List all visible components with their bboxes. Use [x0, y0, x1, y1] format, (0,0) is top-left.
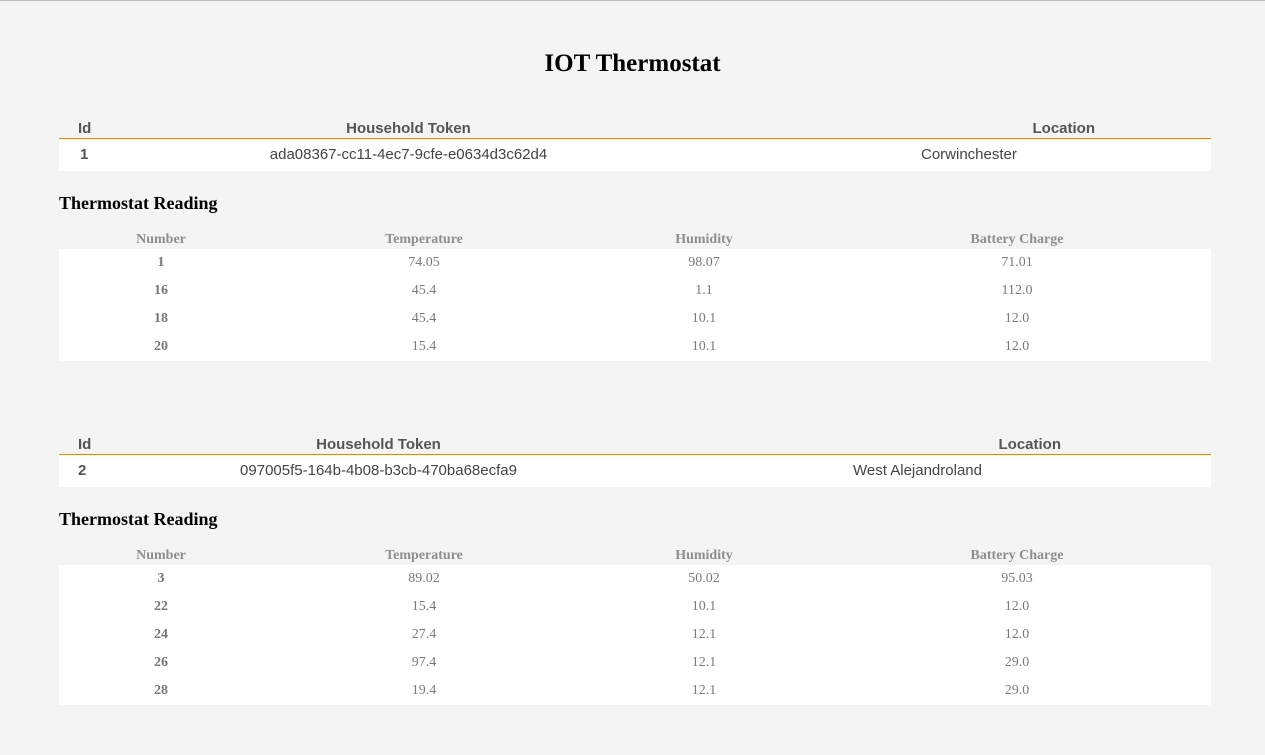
reading-humidity: 10.1 [585, 333, 823, 361]
reading-humidity-header: Humidity [675, 232, 733, 247]
reading-humidity: 1.1 [585, 277, 823, 305]
household-id: 2 [59, 454, 111, 487]
reading-battery: 29.0 [823, 677, 1211, 705]
household-table: Id Household Token Location 1 ada08367-c… [59, 117, 1211, 171]
reading-row: 28 19.4 12.1 29.0 [59, 677, 1211, 705]
reading-temperature: 74.05 [263, 249, 585, 277]
reading-temperature-header: Temperature [385, 232, 463, 247]
reading-number: 26 [59, 649, 263, 677]
reading-battery: 29.0 [823, 649, 1211, 677]
reading-humidity: 10.1 [585, 593, 823, 621]
reading-humidity: 12.1 [585, 677, 823, 705]
household-section-1: Id Household Token Location 1 ada08367-c… [59, 117, 1211, 361]
reading-humidity-header: Humidity [675, 548, 733, 563]
reading-humidity: 12.1 [585, 649, 823, 677]
household-id-header: Id [59, 433, 111, 455]
reading-row: 18 45.4 10.1 12.0 [59, 305, 1211, 333]
household-location: Corwinchester [921, 138, 1211, 171]
reading-battery: 12.0 [823, 621, 1211, 649]
reading-row: 22 15.4 10.1 12.0 [59, 593, 1211, 621]
reading-row: 26 97.4 12.1 29.0 [59, 649, 1211, 677]
household-location-header: Location [851, 433, 1211, 455]
reading-header-row: Number Temperature Humidity Battery Char… [59, 231, 1211, 249]
reading-row: 24 27.4 12.1 12.0 [59, 621, 1211, 649]
household-header-row: Id Household Token Location [59, 117, 1211, 139]
page-title: IOT Thermostat [544, 50, 721, 77]
household-row: 2 097005f5-164b-4b08-b3cb-470ba68ecfa9 W… [59, 454, 1211, 487]
reading-temperature: 15.4 [263, 333, 585, 361]
thermostat-reading-title: Thermostat Reading [59, 509, 218, 529]
thermostat-reading-table: Number Temperature Humidity Battery Char… [59, 231, 1211, 361]
reading-temperature: 45.4 [263, 305, 585, 333]
reading-temperature: 19.4 [263, 677, 585, 705]
reading-battery: 95.03 [823, 565, 1211, 593]
reading-battery: 12.0 [823, 305, 1211, 333]
reading-number: 24 [59, 621, 263, 649]
reading-row: 20 15.4 10.1 12.0 [59, 333, 1211, 361]
thermostat-reading-table: Number Temperature Humidity Battery Char… [59, 547, 1211, 705]
reading-number: 3 [59, 565, 263, 593]
reading-battery: 112.0 [823, 277, 1211, 305]
reading-number: 20 [59, 333, 263, 361]
reading-row: 16 45.4 1.1 112.0 [59, 277, 1211, 305]
household-header-row: Id Household Token Location [59, 433, 1211, 455]
household-token-header: Household Token [111, 117, 921, 139]
household-token: 097005f5-164b-4b08-b3cb-470ba68ecfa9 [111, 454, 851, 487]
reading-row: 1 74.05 98.07 71.01 [59, 249, 1211, 277]
reading-temperature: 89.02 [263, 565, 585, 593]
household-id-header: Id [59, 117, 111, 139]
household-row: 1 ada08367-cc11-4ec7-9cfe-e0634d3c62d4 C… [59, 138, 1211, 171]
reading-temperature: 27.4 [263, 621, 585, 649]
household-token-header: Household Token [111, 433, 851, 455]
reading-humidity: 50.02 [585, 565, 823, 593]
reading-number: 1 [59, 249, 263, 277]
reading-humidity: 98.07 [585, 249, 823, 277]
reading-temperature-header: Temperature [385, 548, 463, 563]
reading-temperature: 15.4 [263, 593, 585, 621]
reading-number-header: Number [136, 548, 186, 563]
household-table: Id Household Token Location 2 097005f5-1… [59, 433, 1211, 487]
reading-row: 3 89.02 50.02 95.03 [59, 565, 1211, 593]
reading-battery: 12.0 [823, 593, 1211, 621]
reading-temperature: 97.4 [263, 649, 585, 677]
thermostat-reading-title: Thermostat Reading [59, 193, 218, 213]
reading-battery-header: Battery Charge [970, 232, 1064, 247]
household-token: ada08367-cc11-4ec7-9cfe-e0634d3c62d4 [111, 138, 921, 171]
reading-battery: 12.0 [823, 333, 1211, 361]
reading-humidity: 12.1 [585, 621, 823, 649]
reading-battery: 71.01 [823, 249, 1211, 277]
reading-number: 28 [59, 677, 263, 705]
household-section-2: Id Household Token Location 2 097005f5-1… [59, 433, 1211, 705]
household-location-header: Location [921, 117, 1211, 139]
reading-battery-header: Battery Charge [970, 548, 1064, 563]
household-location: West Alejandroland [851, 454, 1211, 487]
reading-number: 16 [59, 277, 263, 305]
reading-number: 18 [59, 305, 263, 333]
reading-header-row: Number Temperature Humidity Battery Char… [59, 547, 1211, 565]
reading-temperature: 45.4 [263, 277, 585, 305]
reading-number-header: Number [136, 232, 186, 247]
reading-number: 22 [59, 593, 263, 621]
reading-humidity: 10.1 [585, 305, 823, 333]
household-id: 1 [59, 138, 111, 171]
